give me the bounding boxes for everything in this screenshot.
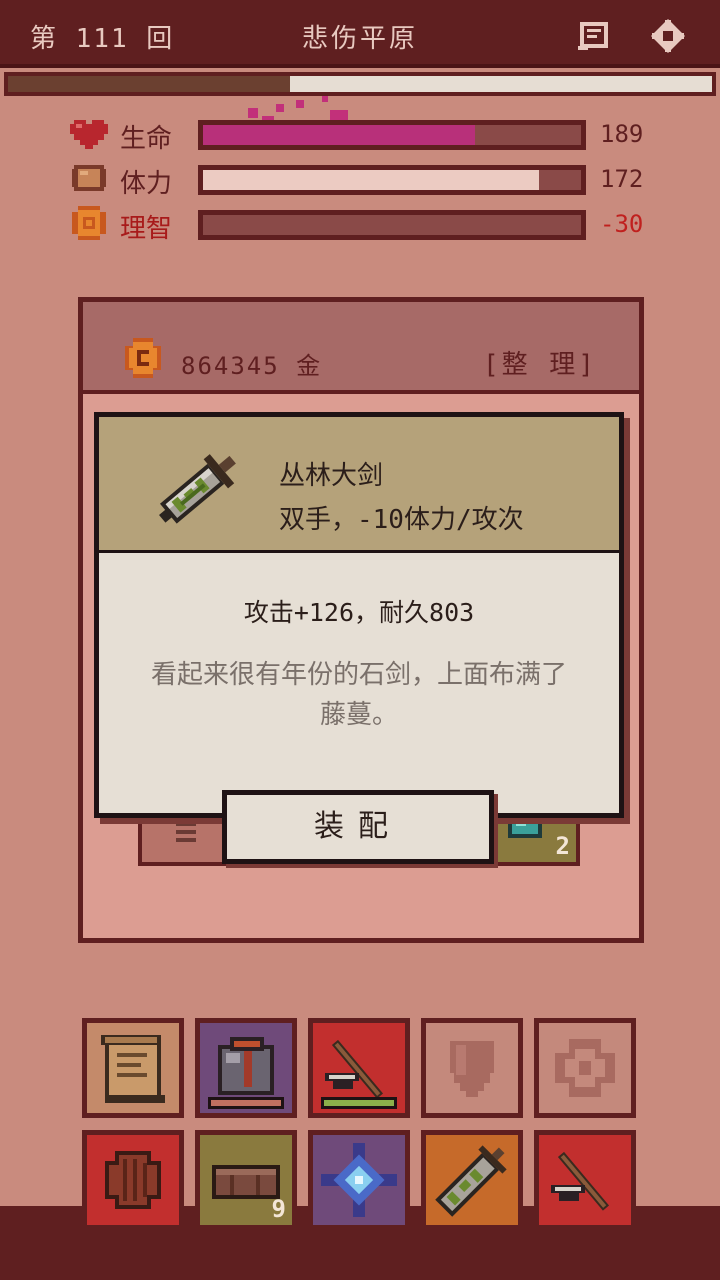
gold-amount: 864345 金 <box>181 352 323 380</box>
damage-particle <box>322 96 328 102</box>
damage-particle <box>296 100 304 108</box>
sort-button[interactable]: [整 理] <box>483 344 597 381</box>
stat-stamina: 体力 172 <box>70 159 670 199</box>
stat-value: 172 <box>600 165 644 193</box>
item-count: 9 <box>271 1195 286 1223</box>
gold-coin-icon <box>125 338 161 378</box>
leather-roll-tile[interactable]: 9 <box>195 1130 297 1230</box>
inventory-header: 864345 金 [整 理] <box>83 302 639 394</box>
jungle-greatsword-icon <box>159 454 236 524</box>
round-shield-tile[interactable] <box>82 1130 184 1230</box>
item-name: 丛林大剑 <box>279 461 384 491</box>
bread-icon <box>72 165 106 191</box>
turn-counter: 第 111 回 <box>30 24 175 54</box>
crystal-tile[interactable] <box>308 1130 410 1230</box>
ring-empty-icon <box>555 1039 615 1097</box>
crystal-icon <box>321 1143 397 1217</box>
item-count: 2 <box>555 832 570 860</box>
turn-progress-bar <box>4 72 716 96</box>
top-bar: 第 111 回 悲伤平原 <box>0 0 720 68</box>
journal-icon[interactable] <box>576 18 612 54</box>
stat-sanity: 理智 -30 <box>70 204 670 244</box>
shield-empty-icon <box>450 1041 494 1097</box>
armor-tile[interactable] <box>195 1018 297 1118</box>
stat-fill <box>203 125 476 145</box>
turn-progress-fill <box>8 76 290 92</box>
inventory-slot[interactable] <box>138 810 226 866</box>
inventory-slot[interactable]: 2 <box>492 810 580 866</box>
brain-coin-icon <box>72 206 106 240</box>
sanity-bar <box>198 210 586 240</box>
scroll-tile[interactable] <box>82 1018 184 1118</box>
shield-slot-empty[interactable] <box>421 1018 523 1118</box>
heart-icon <box>70 120 108 149</box>
jungle-sword-tile[interactable] <box>421 1130 523 1230</box>
durability-strip <box>208 1097 284 1109</box>
scroll-icon <box>101 1035 165 1103</box>
stamina-bar <box>198 165 586 195</box>
stat-label: 理智 <box>120 214 173 244</box>
item-description: 看起来很有年份的石剑，上面布满了藤蔓。 <box>150 660 567 730</box>
item-type: 双手，-10体力/攻次 <box>279 505 524 535</box>
jungle-sword-icon <box>435 1145 507 1217</box>
pickaxe-tile[interactable] <box>308 1018 410 1118</box>
settings-gear-icon[interactable] <box>650 18 686 54</box>
item-detail-popup: 丛林大剑 双手，-10体力/攻次 攻击+126，耐久803 看起来很有年份的石剑… <box>94 412 624 818</box>
durability-strip <box>321 1097 397 1109</box>
stat-fill <box>203 170 540 190</box>
pickaxe-icon <box>551 1151 610 1211</box>
ring-slot-empty[interactable] <box>534 1018 636 1118</box>
stat-label: 生命 <box>120 124 173 154</box>
damage-particle <box>276 104 284 112</box>
stat-value: -30 <box>600 210 644 238</box>
stat-health: 生命 189 <box>70 114 670 154</box>
health-bar <box>198 120 586 150</box>
equip-button[interactable]: 装配 <box>222 790 494 864</box>
pickaxe-tile[interactable] <box>534 1130 636 1230</box>
item-detail-header: 丛林大剑 双手，-10体力/攻次 <box>99 417 619 553</box>
stat-label: 体力 <box>120 169 173 199</box>
round-shield-icon <box>105 1151 161 1209</box>
item-stats: 攻击+126，耐久803 <box>243 598 475 627</box>
stat-value: 189 <box>600 120 644 148</box>
